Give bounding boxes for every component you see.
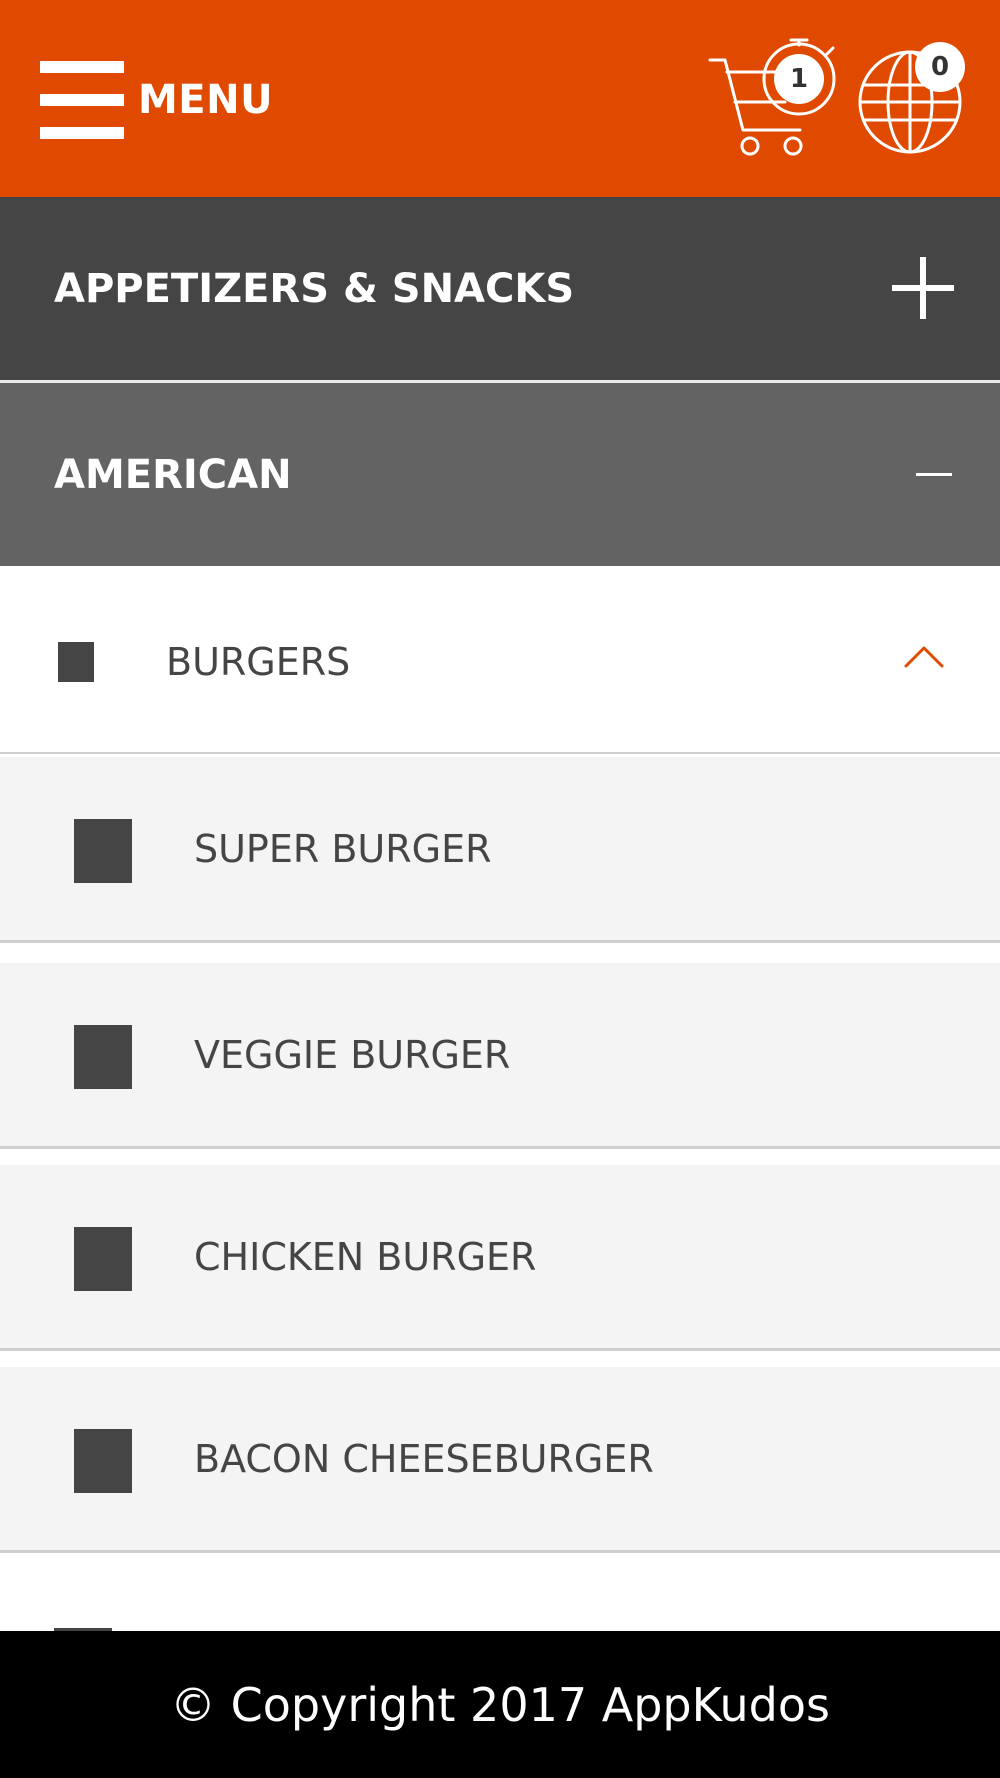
cart-button[interactable]: 1 bbox=[705, 20, 840, 165]
subcategory-burgers[interactable]: BURGERS bbox=[0, 566, 1000, 754]
minus-icon[interactable] bbox=[916, 473, 952, 476]
subcategory-thumbnail bbox=[58, 642, 94, 682]
item-thumbnail bbox=[74, 819, 132, 883]
cart-count-badge: 1 bbox=[774, 54, 824, 104]
app-header: MENU 1 0 bbox=[0, 0, 1000, 197]
menu-item[interactable]: CHICKEN BURGER bbox=[0, 1165, 1000, 1351]
menu-item[interactable]: VEGGIE BURGER bbox=[0, 963, 1000, 1149]
menu-item[interactable]: SUPER BURGER bbox=[0, 757, 1000, 943]
menu-label: MENU bbox=[138, 77, 274, 123]
item-label: BACON CHEESEBURGER bbox=[194, 1437, 654, 1481]
item-label: SUPER BURGER bbox=[194, 827, 492, 871]
item-label: CHICKEN BURGER bbox=[194, 1235, 537, 1279]
item-thumbnail bbox=[74, 1025, 132, 1089]
category-american[interactable]: AMERICAN bbox=[0, 383, 1000, 566]
copyright-text: © Copyright 2017 AppKudos bbox=[170, 1677, 830, 1732]
subcategory-label: BURGERS bbox=[166, 640, 351, 684]
chevron-up-icon[interactable] bbox=[900, 636, 948, 672]
menu-item[interactable]: BACON CHEESEBURGER bbox=[0, 1367, 1000, 1553]
globe-count-badge: 0 bbox=[915, 42, 965, 92]
menu-button[interactable]: MENU bbox=[40, 60, 273, 140]
item-label: VEGGIE BURGER bbox=[194, 1033, 511, 1077]
category-label: APPETIZERS & SNACKS bbox=[54, 265, 575, 312]
globe-button[interactable]: 0 bbox=[855, 30, 970, 165]
category-label: AMERICAN bbox=[54, 451, 292, 498]
hamburger-icon bbox=[40, 61, 124, 139]
item-thumbnail bbox=[74, 1429, 132, 1493]
item-thumbnail bbox=[74, 1227, 132, 1291]
plus-icon[interactable] bbox=[892, 257, 954, 319]
category-appetizers-snacks[interactable]: APPETIZERS & SNACKS bbox=[0, 197, 1000, 380]
footer: © Copyright 2017 AppKudos bbox=[0, 1631, 1000, 1778]
